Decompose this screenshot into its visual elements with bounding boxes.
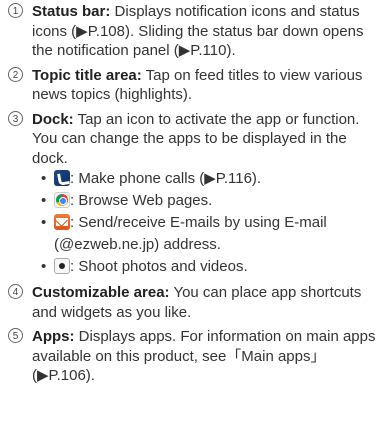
term-status-bar: Status bar: xyxy=(32,3,111,20)
dock-item-phone: • : Make phone calls (▶P.116). xyxy=(38,168,382,190)
dock-item-email: • : Send/receive E-mails by using E-mail… xyxy=(38,212,382,256)
dock-item-browser: • : Browse Web pages. xyxy=(38,190,382,212)
term-dock: Dock: xyxy=(32,110,74,128)
item-number-3: 3 xyxy=(8,110,23,126)
dock-item-browser-text: : Browse Web pages. xyxy=(70,192,213,209)
bullet: • xyxy=(41,170,47,187)
desc-dock: Tap an icon to activate the app or funct… xyxy=(32,110,360,167)
list-item-customizable-area: 4 Customizable area: You can place app s… xyxy=(8,283,382,322)
dock-app-list: • : Make phone calls (▶P.116). • : Brows… xyxy=(32,168,382,278)
term-topic-title-area: Topic title area: xyxy=(32,66,142,84)
list-item-topic-title-area: 2 Topic title area: Tap on feed titles t… xyxy=(8,66,382,105)
email-icon xyxy=(54,214,70,230)
bullet: • xyxy=(41,258,47,275)
item-number-5: 5 xyxy=(8,328,23,343)
term-apps: Apps: xyxy=(32,328,75,345)
manual-page: 1 Status bar: Displays notification icon… xyxy=(0,0,386,427)
list-item-apps: 5 Apps: Displays apps. For information o… xyxy=(8,327,382,386)
dock-item-camera: • : Shoot photos and videos. xyxy=(38,256,382,278)
dock-item-email-text: : Send/receive E-mails by using E-mail (… xyxy=(54,214,327,253)
term-customizable-area: Customizable area: xyxy=(32,284,170,301)
item-number-2: 2 xyxy=(8,66,23,82)
list-item-dock: 3 Dock: Tap an icon to activate the app … xyxy=(8,110,382,279)
phone-icon xyxy=(54,170,70,186)
bullet: • xyxy=(41,192,47,209)
dock-item-phone-text: : Make phone calls (▶P.116). xyxy=(70,170,262,187)
chrome-browser-icon xyxy=(54,192,70,208)
camera-icon xyxy=(54,258,70,274)
dock-item-camera-text: : Shoot photos and videos. xyxy=(70,258,248,275)
list-item-status-bar: 1 Status bar: Displays notification icon… xyxy=(8,2,382,61)
item-number-4: 4 xyxy=(8,284,23,299)
desc-apps: Displays apps. For information on main a… xyxy=(32,328,376,384)
bullet: • xyxy=(41,214,47,231)
item-number-1: 1 xyxy=(8,3,23,18)
